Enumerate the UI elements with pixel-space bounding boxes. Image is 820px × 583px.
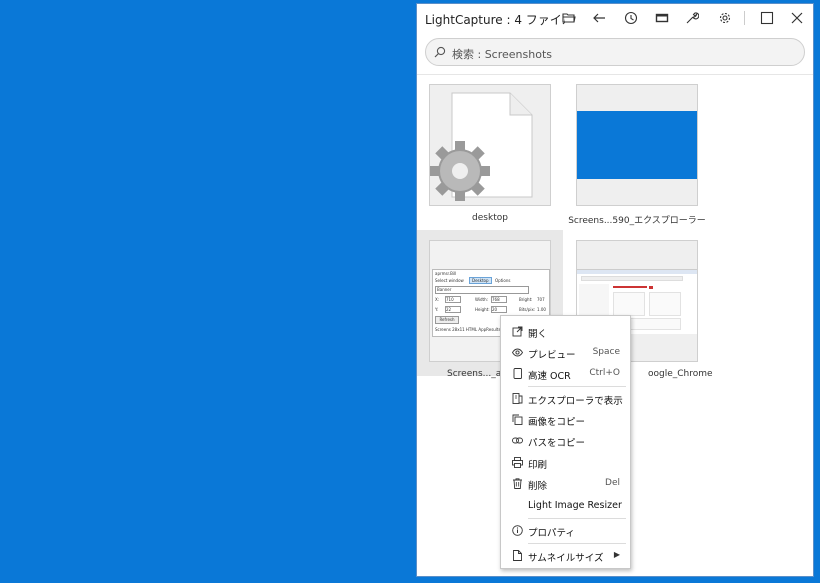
menu-item-preview[interactable]: プレビュー Space	[501, 343, 630, 363]
back-arrow-icon[interactable]	[589, 8, 609, 28]
menu-item-show-in-explorer[interactable]: エクスプローラで表示	[501, 389, 630, 409]
app-preview-tab: Options	[495, 278, 511, 283]
menu-item-properties[interactable]: プロパティ	[501, 521, 630, 541]
menu-item-label: パスをコピー	[528, 438, 586, 449]
chrome-preview-card	[613, 292, 645, 316]
menu-item-shortcut: Del	[605, 478, 620, 488]
close-icon[interactable]	[787, 8, 807, 28]
app-preview-label: Bright:	[519, 297, 533, 302]
menu-item-print[interactable]: 印刷	[501, 453, 630, 473]
blue-screenshot-preview	[577, 111, 697, 179]
menu-item-shortcut: Space	[592, 347, 620, 357]
info-icon	[512, 525, 523, 536]
menu-item-label: 開く	[528, 329, 548, 340]
menu-item-shortcut: Ctrl+O	[589, 368, 620, 378]
link-icon	[512, 437, 523, 444]
menu-item-open[interactable]: 開く	[501, 322, 630, 342]
app-preview-value: 768	[491, 296, 507, 303]
app-preview-label: X:	[435, 297, 440, 302]
app-preview-button: Refresh	[435, 316, 459, 324]
menu-separator	[528, 386, 626, 387]
chrome-preview-addressbar	[581, 276, 683, 281]
menu-separator	[528, 518, 626, 519]
app-preview-status: Screens 28x11 HTML AppResults	[435, 327, 501, 332]
toolbar-divider	[744, 11, 745, 25]
thumbnail-item[interactable]: Screens...590_エクスプローラー	[564, 74, 710, 226]
app-preview-label: Width:	[475, 297, 488, 302]
gear-file-icon	[430, 92, 533, 201]
menu-item-delete[interactable]: 削除 Del	[501, 474, 630, 494]
search-input[interactable]: 検索 : Screenshots	[425, 38, 805, 66]
menu-item-label: エクスプローラで表示	[528, 396, 623, 407]
menu-item-ocr[interactable]: 高速 OCR Ctrl+O	[501, 364, 630, 384]
chrome-preview-mark	[613, 286, 647, 288]
app-preview-combo: Banner	[435, 286, 529, 294]
file-icon	[513, 550, 522, 561]
thumbnail-image	[429, 84, 551, 206]
app-preview-label: Bits/pix:	[519, 307, 536, 312]
app-preview-tab: Select window	[435, 278, 464, 283]
open-folder-icon[interactable]	[559, 8, 579, 28]
app-preview-tab-active: Desktop	[469, 277, 492, 284]
ocr-icon	[513, 368, 522, 379]
maximize-icon[interactable]	[757, 8, 777, 28]
thumbnail-image	[576, 84, 698, 206]
app-preview-label: Height:	[475, 307, 490, 312]
search-placeholder: 検索 : Screenshots	[452, 48, 552, 61]
history-icon[interactable]	[621, 8, 641, 28]
thumbnail-caption: Screens...590_エクスプローラー	[568, 216, 706, 226]
thumbnail-item[interactable]: desktop	[417, 74, 563, 223]
app-preview-value: 22	[445, 306, 461, 313]
menu-item-label: サムネイルサイズ	[528, 553, 604, 564]
search-icon	[434, 46, 446, 58]
app-preview-title: aprmsr.Bill	[435, 271, 457, 276]
menu-item-label: 画像をコピー	[528, 417, 586, 428]
app-preview-value: 710	[445, 296, 461, 303]
menu-item-label: プレビュー	[528, 350, 576, 361]
tool-icon[interactable]	[682, 8, 702, 28]
copy-icon	[512, 414, 523, 425]
menu-item-label: プロパティ	[528, 528, 575, 539]
explorer-icon	[512, 393, 523, 404]
printer-icon	[512, 457, 523, 468]
thumbnail-caption: oogle_Chrome	[648, 369, 713, 379]
title-bar: LightCapture : 4 ファイル (直	[417, 4, 813, 32]
app-preview-combo-text: Banner	[437, 287, 452, 292]
chrome-preview-card	[649, 292, 681, 316]
gear-icon[interactable]	[715, 8, 735, 28]
trash-icon	[513, 478, 522, 489]
context-menu: 開く プレビュー Space 高速 OCR Ctrl+O エクスプローラで表示 …	[500, 315, 631, 569]
app-preview-value: 1.00	[537, 307, 546, 312]
open-icon	[512, 326, 523, 337]
menu-item-label: 印刷	[528, 460, 548, 471]
menu-item-thumbnail-size[interactable]: サムネイルサイズ ▶	[501, 546, 630, 566]
window-title: LightCapture : 4 ファイル (直	[425, 13, 565, 27]
app-preview-value: 20	[491, 306, 507, 313]
menu-separator	[528, 543, 626, 544]
app-preview-value: 707	[537, 297, 545, 302]
app-preview-label: Y:	[435, 307, 439, 312]
chrome-preview-tabbar	[577, 270, 697, 274]
chrome-preview-mark	[649, 286, 653, 289]
menu-item-copy-image[interactable]: 画像をコピー	[501, 410, 630, 430]
window-icon[interactable]	[652, 8, 672, 28]
menu-item-light-image-resizer[interactable]: Light Image Resizer	[501, 496, 630, 516]
thumbnail-caption: desktop	[472, 213, 508, 223]
menu-item-label: Light Image Resizer	[528, 500, 622, 511]
menu-item-copy-path[interactable]: パスをコピー	[501, 431, 630, 451]
menu-item-label: 高速 OCR	[528, 371, 571, 382]
menu-item-label: 削除	[528, 481, 548, 492]
submenu-arrow-icon: ▶	[613, 550, 620, 559]
eye-icon	[512, 348, 523, 357]
